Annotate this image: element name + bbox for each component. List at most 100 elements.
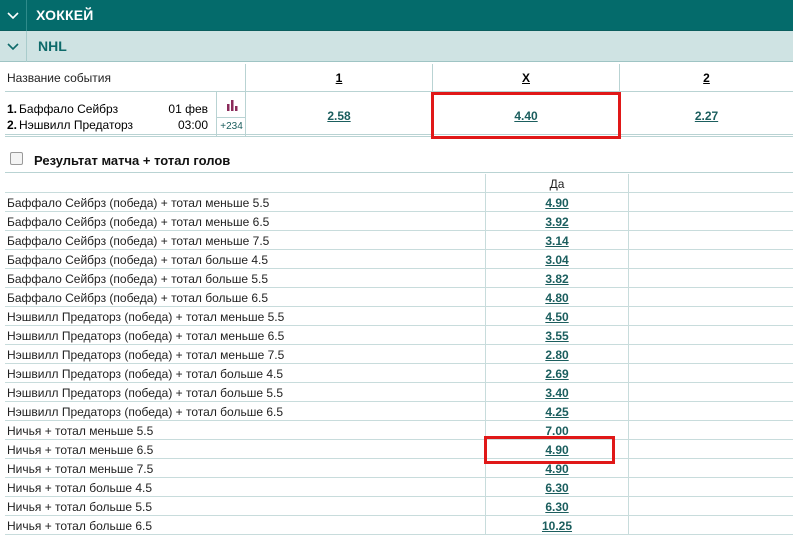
market-row-label: Ничья + тотал больше 5.5	[7, 500, 153, 514]
event-name-header: Название события	[7, 71, 111, 85]
league-title: NHL	[38, 38, 67, 54]
market-row-label: Нэшвилл Предаторз (победа) + тотал меньш…	[7, 348, 285, 362]
team-1-number: 1.	[7, 102, 18, 116]
market-row-odd-cell[interactable]: 6.30	[485, 497, 629, 516]
market-row-odd[interactable]: 2.69	[545, 367, 568, 381]
market-row: Нэшвилл Предаторз (победа) + тотал меньш…	[5, 326, 793, 345]
market-row-odd-cell[interactable]: 4.25	[485, 402, 629, 421]
market-table-header: Да	[5, 174, 793, 193]
market-row-label: Ничья + тотал меньше 5.5	[7, 424, 154, 438]
column-header-x-label: X	[521, 71, 530, 85]
market-row-odd[interactable]: 6.30	[545, 481, 568, 495]
events-table-header: Название события 1 X 2	[5, 64, 793, 92]
market-row: Ничья + тотал меньше 6.5 4.90	[5, 440, 793, 459]
more-markets-link[interactable]: +234	[216, 117, 246, 137]
column-header-1-label: 1	[335, 71, 343, 85]
market-row-odd[interactable]: 3.04	[545, 253, 568, 267]
market-row-odd[interactable]: 6.30	[545, 500, 568, 514]
market-row-odd-cell[interactable]: 3.92	[485, 212, 629, 231]
market-row-label: Баффало Сейбрз (победа) + тотал меньше 7…	[7, 234, 270, 248]
team-2: 2. Нэшвилл Предаторз	[7, 118, 133, 132]
market-table: Да Баффало Сейбрз (победа) + тотал меньш…	[5, 174, 793, 535]
market-row-label: Ничья + тотал больше 6.5	[7, 519, 153, 533]
market-row-label: Ничья + тотал больше 4.5	[7, 481, 153, 495]
market-row-odd-cell[interactable]: 4.80	[485, 288, 629, 307]
market-row: Ничья + тотал больше 6.5 10.25	[5, 516, 793, 535]
market-row-odd-cell[interactable]: 2.80	[485, 345, 629, 364]
column-header-2-label: 2	[703, 71, 710, 85]
event-date: 01 фев	[168, 102, 208, 116]
odd-2-cell[interactable]: 2.27	[619, 92, 793, 137]
market-row: Нэшвилл Предаторз (победа) + тотал больш…	[5, 364, 793, 383]
market-row-odd[interactable]: 3.92	[545, 215, 568, 229]
sport-header[interactable]: ХОККЕЙ	[0, 0, 793, 31]
market-row: Нэшвилл Предаторз (победа) + тотал меньш…	[5, 345, 793, 364]
market-row-odd-cell[interactable]: 3.04	[485, 250, 629, 269]
odd-2[interactable]: 2.27	[695, 109, 718, 123]
market-row-odd-cell[interactable]: 2.69	[485, 364, 629, 383]
market-row: Нэшвилл Предаторз (победа) + тотал больш…	[5, 402, 793, 421]
market-row: Баффало Сейбрз (победа) + тотал меньше 6…	[5, 212, 793, 231]
market-row-label: Ничья + тотал меньше 7.5	[7, 462, 154, 476]
column-header-2[interactable]: 2	[619, 64, 793, 92]
stats-icon[interactable]	[216, 92, 246, 117]
market-row-odd-cell[interactable]: 10.25	[485, 516, 629, 535]
market-row-odd-cell[interactable]: 3.40	[485, 383, 629, 402]
market-row-odd[interactable]: 4.90	[545, 462, 568, 476]
market-row-odd-cell[interactable]: 4.90	[485, 193, 629, 212]
market-row: Ничья + тотал больше 4.5 6.30	[5, 478, 793, 497]
column-header-1[interactable]: 1	[245, 64, 432, 92]
market-row-odd[interactable]: 4.25	[545, 405, 568, 419]
market-row-odd[interactable]: 3.55	[545, 329, 568, 343]
market-row-label: Нэшвилл Предаторз (победа) + тотал больш…	[7, 405, 284, 419]
column-yes-header: Да	[485, 174, 629, 193]
market-row-odd[interactable]: 3.40	[545, 386, 568, 400]
market-row-odd-cell[interactable]: 4.50	[485, 307, 629, 326]
market-row: Ничья + тотал меньше 5.5 7.00	[5, 421, 793, 440]
market-row-label: Нэшвилл Предаторз (победа) + тотал больш…	[7, 367, 284, 381]
team-1-name: Баффало Сейбрз	[19, 102, 119, 116]
odd-1-cell[interactable]: 2.58	[245, 92, 432, 137]
market-row-label: Нэшвилл Предаторз (победа) + тотал меньш…	[7, 310, 285, 324]
market-row-label: Нэшвилл Предаторз (победа) + тотал больш…	[7, 386, 284, 400]
market-row-label: Нэшвилл Предаторз (победа) + тотал меньш…	[7, 329, 285, 343]
market-row-label: Баффало Сейбрз (победа) + тотал больше 6…	[7, 291, 269, 305]
market-row-odd[interactable]: 4.50	[545, 310, 568, 324]
market-title: Результат матча + тотал голов	[34, 153, 231, 168]
market-row-odd[interactable]: 4.90	[545, 196, 568, 210]
team-2-number: 2.	[7, 118, 18, 132]
event-row: 1. Баффало Сейбрз 2. Нэшвилл Предаторз 01 …	[5, 92, 793, 137]
market-row-odd-cell[interactable]: 3.55	[485, 326, 629, 345]
league-header[interactable]: NHL	[0, 31, 793, 62]
market-row: Баффало Сейбрз (победа) + тотал меньше 5…	[5, 193, 793, 212]
column-header-x[interactable]: X	[432, 64, 619, 92]
market-row-odd-cell[interactable]: 3.14	[485, 231, 629, 250]
market-row-label: Ничья + тотал меньше 6.5	[7, 443, 154, 457]
odd-1[interactable]: 2.58	[327, 109, 350, 123]
team-2-name: Нэшвилл Предаторз	[19, 118, 134, 132]
sport-title: ХОККЕЙ	[36, 7, 94, 23]
market-row-odd[interactable]: 2.80	[545, 348, 568, 362]
market-row-odd-cell[interactable]: 6.30	[485, 478, 629, 497]
market-row: Нэшвилл Предаторз (победа) + тотал больш…	[5, 383, 793, 402]
chevron-down-icon[interactable]	[0, 31, 27, 62]
market-row-odd-cell[interactable]: 3.82	[485, 269, 629, 288]
highlight-box	[484, 436, 615, 464]
event-time: 03:00	[177, 118, 208, 132]
market-header: Результат матча + тотал голов	[5, 143, 793, 173]
chevron-down-icon[interactable]	[0, 0, 27, 31]
market-row-label: Баффало Сейбрз (победа) + тотал больше 5…	[7, 272, 269, 286]
market-row: Ничья + тотал больше 5.5 6.30	[5, 497, 793, 516]
market-row: Нэшвилл Предаторз (победа) + тотал меньш…	[5, 307, 793, 326]
market-checkbox[interactable]	[10, 152, 23, 165]
market-row-label: Баффало Сейбрз (победа) + тотал меньше 5…	[7, 196, 270, 210]
market-row: Баффало Сейбрз (победа) + тотал больше 6…	[5, 288, 793, 307]
market-row-odd[interactable]: 10.25	[542, 519, 572, 533]
market-row-odd[interactable]: 3.82	[545, 272, 568, 286]
highlight-box	[431, 92, 621, 139]
market-row: Баффало Сейбрз (победа) + тотал меньше 7…	[5, 231, 793, 250]
market-row-label: Баффало Сейбрз (победа) + тотал меньше 6…	[7, 215, 270, 229]
market-row-odd[interactable]: 3.14	[545, 234, 568, 248]
team-1: 1. Баффало Сейбрз	[7, 102, 118, 116]
market-row-odd[interactable]: 4.80	[545, 291, 568, 305]
